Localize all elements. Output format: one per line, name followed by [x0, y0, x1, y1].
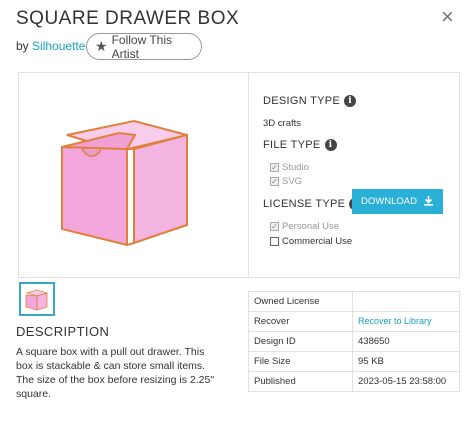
close-icon[interactable]: ×: [441, 6, 454, 28]
license-personal-use: ✓ Personal Use: [270, 221, 339, 232]
description-heading: DESCRIPTION: [16, 324, 110, 339]
design-id-label: Design ID: [248, 331, 353, 352]
description-text: A square box with a pull out drawer. Thi…: [16, 346, 215, 400]
file-type-label: FILE TYPE: [263, 139, 321, 151]
product-image-panel: [18, 72, 256, 278]
owned-license-label: Owned License: [248, 291, 353, 312]
artist-link[interactable]: Silhouette: [32, 39, 85, 53]
recover-label: Recover: [248, 311, 353, 332]
file-type-heading: FILE TYPE i: [263, 139, 337, 151]
download-label: DOWNLOAD: [361, 196, 417, 207]
design-details-table: Owned License Recover Recover to Library…: [248, 291, 460, 392]
file-type-studio: ✓ Studio: [270, 162, 309, 173]
download-button[interactable]: DOWNLOAD: [352, 189, 443, 214]
license-type-heading: LICENSE TYPE i: [263, 198, 362, 210]
recover-cell: Recover to Library: [352, 311, 460, 332]
product-image: [61, 119, 188, 247]
checkbox-checked: ✓: [270, 176, 279, 186]
license-personal-label: Personal Use: [282, 221, 340, 232]
recover-to-library-link[interactable]: Recover to Library: [358, 316, 432, 326]
checkbox-checked: ✓: [270, 162, 279, 172]
drawer-front: [61, 145, 128, 247]
design-type-label: DESIGN TYPE: [263, 95, 341, 107]
checkbox-unchecked[interactable]: [270, 237, 279, 246]
table-row: Published 2023-05-15 23:58:00: [248, 371, 460, 392]
download-icon: [423, 195, 434, 209]
published-label: Published: [248, 371, 353, 392]
file-size-value: 95 KB: [352, 351, 460, 372]
file-type-svg-label: SVG: [282, 176, 303, 187]
table-row: Design ID 438650: [248, 331, 460, 352]
license-commercial-label: Commercial Use: [282, 236, 353, 247]
checkbox-checked: ✓: [270, 221, 279, 231]
star-icon: ★: [95, 38, 108, 54]
table-row: Recover Recover to Library: [248, 311, 460, 332]
design-id-value: 438650: [352, 331, 460, 352]
info-icon[interactable]: i: [324, 139, 337, 151]
owned-license-value: [352, 291, 460, 312]
page-title: SQUARE DRAWER BOX: [16, 8, 240, 29]
byline-prefix: by: [16, 39, 29, 53]
product-thumbnail[interactable]: [19, 282, 55, 316]
design-type-value: 3D crafts: [263, 118, 302, 129]
info-icon[interactable]: i: [344, 95, 357, 107]
file-size-label: File Size: [248, 351, 353, 372]
table-row: File Size 95 KB: [248, 351, 460, 372]
published-value: 2023-05-15 23:58:00: [352, 371, 460, 392]
design-type-heading: DESIGN TYPE i: [263, 95, 357, 107]
thumbnail-image: [25, 289, 49, 311]
follow-artist-button[interactable]: ★ Follow This Artist: [86, 32, 202, 61]
file-type-svg: ✓ SVG: [270, 176, 302, 187]
box-side-face: [133, 133, 188, 245]
license-commercial-use[interactable]: Commercial Use: [270, 236, 352, 247]
table-row: Owned License: [248, 291, 460, 312]
byline: by Silhouette: [16, 39, 85, 53]
follow-label: Follow This Artist: [111, 32, 173, 61]
file-type-studio-label: Studio: [282, 162, 309, 173]
license-type-label: LICENSE TYPE: [263, 198, 346, 210]
